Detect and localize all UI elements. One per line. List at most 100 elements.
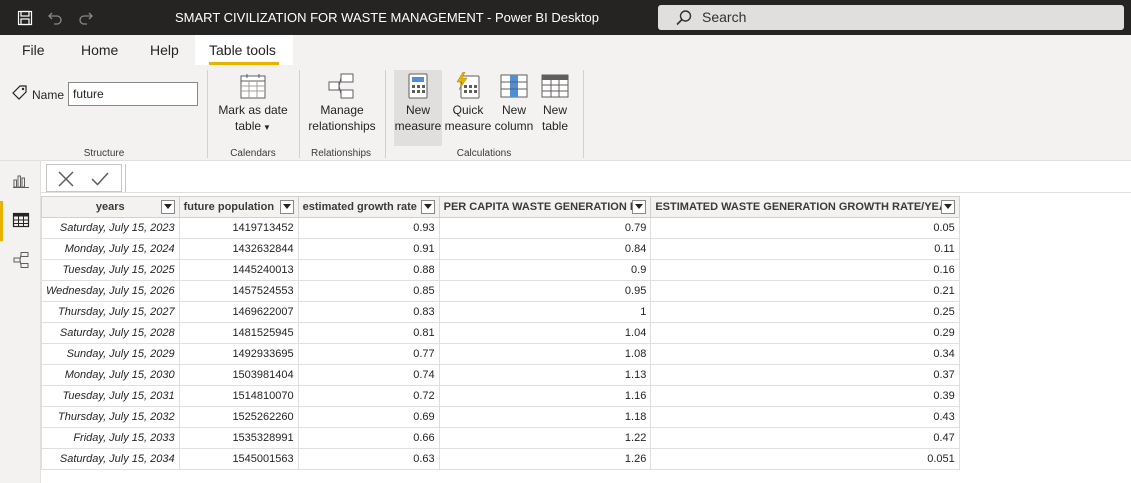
cell-year[interactable]: Tuesday, July 15, 2025 bbox=[41, 259, 180, 281]
menu-bar: File Home Help bbox=[0, 35, 1131, 65]
tab-home[interactable]: Home bbox=[81, 42, 118, 58]
cell-population[interactable]: 1503981404 bbox=[178, 364, 299, 386]
search-placeholder: Search bbox=[702, 9, 747, 25]
cell-population[interactable]: 1432632844 bbox=[178, 238, 299, 260]
cell-per-capita[interactable]: 1.16 bbox=[438, 385, 652, 407]
cell-population[interactable]: 1535328991 bbox=[178, 427, 299, 449]
cell-population[interactable]: 1492933695 bbox=[178, 343, 299, 365]
chevron-down-icon[interactable] bbox=[279, 200, 294, 214]
chevron-down-icon[interactable] bbox=[940, 200, 955, 214]
tab-table-tools[interactable]: Table tools bbox=[195, 35, 293, 65]
search-box[interactable]: Search bbox=[658, 5, 1124, 30]
formula-divider bbox=[125, 164, 126, 192]
cell-waste-growth[interactable]: 0.37 bbox=[650, 364, 960, 386]
cell-growth-rate[interactable]: 0.72 bbox=[297, 385, 440, 407]
cell-waste-growth[interactable]: 0.34 bbox=[650, 343, 960, 365]
cell-population[interactable]: 1419713452 bbox=[178, 217, 299, 239]
cell-per-capita[interactable]: 0.9 bbox=[438, 259, 652, 281]
cell-waste-growth[interactable]: 0.29 bbox=[650, 322, 960, 344]
cell-growth-rate[interactable]: 0.88 bbox=[297, 259, 440, 281]
mark-as-date-table-button[interactable]: Mark as date table ▼ bbox=[214, 70, 292, 136]
header-label: estimated growth rate bbox=[302, 201, 417, 213]
tab-file[interactable]: File bbox=[22, 42, 45, 58]
cell-year[interactable]: Friday, July 15, 2033 bbox=[41, 427, 180, 449]
save-icon[interactable] bbox=[15, 8, 35, 28]
chevron-down-icon: ▼ bbox=[263, 123, 271, 132]
chevron-down-icon[interactable] bbox=[160, 200, 175, 214]
group-divider bbox=[299, 70, 300, 158]
cell-waste-growth[interactable]: 0.47 bbox=[650, 427, 960, 449]
cell-growth-rate[interactable]: 0.69 bbox=[297, 406, 440, 428]
cell-growth-rate[interactable]: 0.77 bbox=[297, 343, 440, 365]
cell-per-capita[interactable]: 1.22 bbox=[438, 427, 652, 449]
chevron-down-icon[interactable] bbox=[632, 200, 647, 214]
cell-per-capita[interactable]: 0.84 bbox=[438, 238, 652, 260]
model-view-button[interactable] bbox=[0, 242, 41, 280]
cell-year[interactable]: Monday, July 15, 2030 bbox=[41, 364, 180, 386]
table-row: Monday, July 15, 2030 1503981404 0.74 1.… bbox=[41, 364, 960, 386]
cancel-formula-icon[interactable] bbox=[55, 168, 77, 190]
new-table-button[interactable]: New table bbox=[537, 70, 573, 134]
cell-waste-growth[interactable]: 0.39 bbox=[650, 385, 960, 407]
column-header-waste-growth-rate[interactable]: ESTIMATED WASTE GENERATION GROWTH RATE/Y… bbox=[650, 196, 960, 218]
cell-per-capita[interactable]: 1.18 bbox=[438, 406, 652, 428]
cell-growth-rate[interactable]: 0.91 bbox=[297, 238, 440, 260]
cell-per-capita[interactable]: 0.95 bbox=[438, 280, 652, 302]
table-row: Saturday, July 15, 2028 1481525945 0.81 … bbox=[41, 322, 960, 344]
cell-waste-growth[interactable]: 0.21 bbox=[650, 280, 960, 302]
new-column-button[interactable]: New column bbox=[493, 70, 535, 134]
cell-per-capita[interactable]: 1.04 bbox=[438, 322, 652, 344]
column-header-per-capita-waste[interactable]: PER CAPITA WASTE GENERATION KG bbox=[438, 196, 652, 218]
cell-population[interactable]: 1545001563 bbox=[178, 448, 299, 470]
undo-icon[interactable] bbox=[45, 8, 65, 28]
commit-formula-icon[interactable] bbox=[89, 168, 111, 190]
table-name-input[interactable] bbox=[68, 82, 198, 106]
cell-waste-growth[interactable]: 0.25 bbox=[650, 301, 960, 323]
cell-year[interactable]: Thursday, July 15, 2032 bbox=[41, 406, 180, 428]
cell-waste-growth[interactable]: 0.05 bbox=[650, 217, 960, 239]
cell-growth-rate[interactable]: 0.66 bbox=[297, 427, 440, 449]
cell-population[interactable]: 1445240013 bbox=[178, 259, 299, 281]
cell-waste-growth[interactable]: 0.11 bbox=[650, 238, 960, 260]
cell-per-capita[interactable]: 1.26 bbox=[438, 448, 652, 470]
cell-waste-growth[interactable]: 0.43 bbox=[650, 406, 960, 428]
cell-per-capita[interactable]: 1.13 bbox=[438, 364, 652, 386]
cell-year[interactable]: Wednesday, July 15, 2026 bbox=[41, 280, 180, 302]
cell-year[interactable]: Sunday, July 15, 2029 bbox=[41, 343, 180, 365]
cell-growth-rate[interactable]: 0.81 bbox=[297, 322, 440, 344]
cell-growth-rate[interactable]: 0.93 bbox=[297, 217, 440, 239]
cell-population[interactable]: 1525262260 bbox=[178, 406, 299, 428]
new-measure-button[interactable]: New measure bbox=[394, 70, 442, 146]
cell-waste-growth[interactable]: 0.051 bbox=[650, 448, 960, 470]
cell-population[interactable]: 1514810070 bbox=[178, 385, 299, 407]
cell-growth-rate[interactable]: 0.85 bbox=[297, 280, 440, 302]
cell-year[interactable]: Thursday, July 15, 2027 bbox=[41, 301, 180, 323]
manage-relationships-button[interactable]: Manage relationships bbox=[304, 70, 380, 134]
report-view-button[interactable] bbox=[0, 162, 41, 200]
redo-icon[interactable] bbox=[76, 8, 96, 28]
cell-year[interactable]: Tuesday, July 15, 2031 bbox=[41, 385, 180, 407]
cell-population[interactable]: 1481525945 bbox=[178, 322, 299, 344]
cell-year[interactable]: Monday, July 15, 2024 bbox=[41, 238, 180, 260]
column-header-estimated-growth-rate[interactable]: estimated growth rate bbox=[297, 196, 440, 218]
quick-measure-line2: measure bbox=[444, 119, 492, 133]
cell-year[interactable]: Saturday, July 15, 2034 bbox=[41, 448, 180, 470]
cell-population[interactable]: 1469622007 bbox=[178, 301, 299, 323]
data-view-button[interactable] bbox=[0, 202, 41, 240]
table-row: Sunday, July 15, 2029 1492933695 0.77 1.… bbox=[41, 343, 960, 365]
cell-year[interactable]: Saturday, July 15, 2023 bbox=[41, 217, 180, 239]
column-header-years[interactable]: years bbox=[41, 196, 180, 218]
cell-year[interactable]: Saturday, July 15, 2028 bbox=[41, 322, 180, 344]
cell-per-capita[interactable]: 1 bbox=[438, 301, 652, 323]
cell-growth-rate[interactable]: 0.83 bbox=[297, 301, 440, 323]
cell-per-capita[interactable]: 1.08 bbox=[438, 343, 652, 365]
cell-population[interactable]: 1457524553 bbox=[178, 280, 299, 302]
cell-waste-growth[interactable]: 0.16 bbox=[650, 259, 960, 281]
tab-help[interactable]: Help bbox=[150, 42, 179, 58]
column-header-future-population[interactable]: future population bbox=[178, 196, 299, 218]
chevron-down-icon[interactable] bbox=[420, 200, 435, 214]
quick-measure-button[interactable]: Quick measure bbox=[444, 70, 492, 134]
cell-growth-rate[interactable]: 0.63 bbox=[297, 448, 440, 470]
cell-per-capita[interactable]: 0.79 bbox=[438, 217, 652, 239]
cell-growth-rate[interactable]: 0.74 bbox=[297, 364, 440, 386]
